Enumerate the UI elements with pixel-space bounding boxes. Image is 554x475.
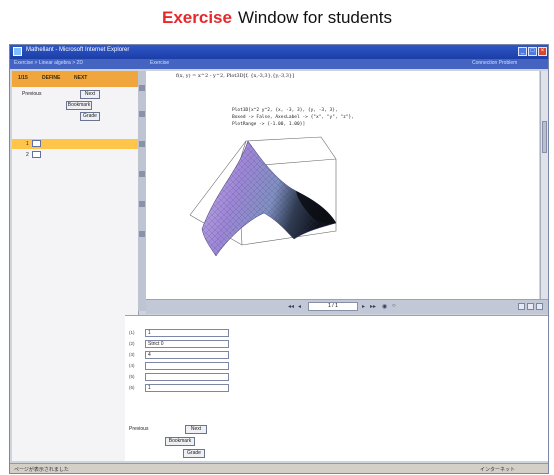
close-icon[interactable]: × xyxy=(538,47,547,56)
menu-bar: Exercise > Linear algebra > 2D Exercise … xyxy=(10,59,548,69)
page-heading: Exercise Window for students xyxy=(0,8,554,28)
app-icon xyxy=(13,47,22,56)
previous-label: Previous xyxy=(22,91,42,97)
answer-number: (4) xyxy=(129,363,135,368)
surface-plot xyxy=(189,136,337,257)
tree-item-box[interactable] xyxy=(32,151,41,158)
answer-number: (3) xyxy=(129,352,135,357)
grade-button[interactable]: Grade xyxy=(80,112,100,121)
tree-item-box[interactable] xyxy=(32,140,41,147)
bookmark-button[interactable]: Bookmark xyxy=(66,101,92,110)
answer-field[interactable] xyxy=(145,362,229,370)
answer-field[interactable]: 4 xyxy=(145,351,229,359)
maximize-icon[interactable]: □ xyxy=(528,47,537,56)
menu-right-link[interactable]: Connection Problem xyxy=(472,60,517,66)
heading-highlight: Exercise xyxy=(162,8,232,27)
status-bar: ページが表示されました インターネット xyxy=(10,463,548,473)
minimize-icon[interactable]: _ xyxy=(518,47,527,56)
next-page-icon[interactable]: ▸ xyxy=(362,303,365,310)
zoom-out-icon[interactable]: ○ xyxy=(392,303,396,309)
left-pane-header: 1/15 DEFINE NEXT xyxy=(12,71,138,87)
bookmark-button[interactable]: Bookmark xyxy=(165,437,195,446)
status-left: ページが表示されました xyxy=(14,467,69,473)
heading-rest: Window for students xyxy=(237,8,392,27)
menu-breadcrumb[interactable]: Exercise > Linear algebra > 2D xyxy=(14,60,83,66)
tool-icon[interactable] xyxy=(139,171,145,177)
layout-icon[interactable] xyxy=(518,303,525,310)
answers-pane: (1) 1 (2) Strict 0 (3) 4 (4) (5) (6) 1 P… xyxy=(125,315,548,461)
tool-icon[interactable] xyxy=(139,111,145,117)
tool-icon[interactable] xyxy=(139,231,145,237)
zoom-icon[interactable]: ◉ xyxy=(382,303,387,310)
left-header-item: 1/15 xyxy=(18,75,28,81)
title-bar: Mathellant - Microsoft Internet Explorer… xyxy=(10,45,548,59)
answer-number: (2) xyxy=(129,341,135,346)
left-header-item: NEXT xyxy=(74,75,88,81)
answer-number: (5) xyxy=(129,374,135,379)
exercise-content: f(x, y) = x^2 - y^2, Plot3D[f, {x,-3,3},… xyxy=(146,71,539,299)
answer-field[interactable] xyxy=(145,373,229,381)
answer-field[interactable]: 1 xyxy=(145,329,229,337)
answer-field[interactable]: 1 xyxy=(145,384,229,392)
tree-item[interactable]: 1 xyxy=(26,141,29,147)
left-header-item: DEFINE xyxy=(42,75,61,81)
answer-number: (1) xyxy=(129,330,135,335)
layout-icon[interactable] xyxy=(527,303,534,310)
previous-label: Previous xyxy=(129,426,149,432)
scroll-thumb[interactable] xyxy=(542,121,547,153)
tool-icon[interactable] xyxy=(139,141,145,147)
vertical-toolbar xyxy=(138,71,146,311)
tree-selected-row[interactable] xyxy=(12,139,138,149)
browser-window: Mathellant - Microsoft Internet Explorer… xyxy=(9,44,549,474)
plot-toolbar: ◂◂ ◂ 1 / 1 ▸ ▸▸ ◉ ○ xyxy=(146,299,548,314)
answer-field[interactable]: Strict 0 xyxy=(145,340,229,348)
last-page-icon[interactable]: ▸▸ xyxy=(370,303,376,310)
layout-icon[interactable] xyxy=(536,303,543,310)
vertical-scrollbar[interactable] xyxy=(540,71,548,299)
prev-page-icon[interactable]: ◂ xyxy=(298,303,301,310)
window-title: Mathellant - Microsoft Internet Explorer xyxy=(26,47,130,53)
menu-section[interactable]: Exercise xyxy=(150,60,169,66)
tool-icon[interactable] xyxy=(139,201,145,207)
next-button[interactable]: Next xyxy=(80,90,100,99)
tool-icon[interactable] xyxy=(139,85,145,91)
tree-item[interactable]: 2 xyxy=(26,152,29,158)
grade-button[interactable]: Grade xyxy=(183,449,205,458)
next-button[interactable]: Next xyxy=(185,425,207,434)
page-indicator: 1 / 1 xyxy=(308,302,358,311)
answer-number: (6) xyxy=(129,385,135,390)
left-pane: 1/15 DEFINE NEXT Previous Next Bookmark … xyxy=(12,71,139,461)
status-right: インターネット xyxy=(480,467,516,473)
first-page-icon[interactable]: ◂◂ xyxy=(288,303,294,310)
